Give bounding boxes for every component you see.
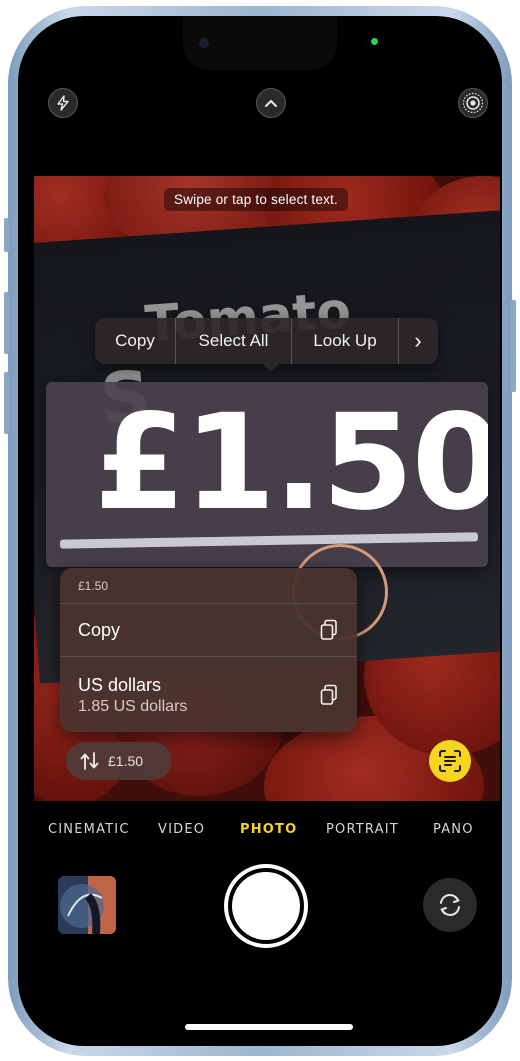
volume-down-button — [4, 372, 9, 434]
shutter-button[interactable] — [224, 864, 308, 948]
menu-more-button[interactable]: › — [399, 318, 437, 364]
power-button — [511, 300, 516, 392]
menu-pointer — [263, 364, 279, 372]
detected-price-text[interactable]: £1.50 — [94, 388, 488, 538]
mode-cinematic[interactable]: CINEMATIC — [48, 822, 130, 837]
mode-video[interactable]: VIDEO — [158, 822, 205, 837]
conversion-title: US dollars — [78, 674, 162, 695]
live-photo-button[interactable] — [458, 88, 488, 118]
menu-select-all[interactable]: Select All — [176, 318, 291, 364]
flash-icon — [57, 95, 69, 111]
conversion-value: 1.85 US dollars — [78, 697, 188, 715]
camera-screen: Tomato S Swipe or tap to select text. Co… — [18, 16, 502, 1046]
currency-convert-icon — [80, 752, 99, 770]
popup-copy-label: Copy — [78, 619, 121, 640]
popup-conversion-row[interactable]: US dollars 1.85 US dollars — [60, 657, 357, 732]
menu-copy[interactable]: Copy — [95, 318, 175, 364]
shutter-inner — [232, 872, 300, 940]
thumbnail-image — [58, 876, 116, 934]
convert-chip-label: £1.50 — [108, 753, 144, 769]
copy-doc-icon — [320, 684, 337, 705]
flip-camera-button[interactable] — [423, 878, 477, 932]
mode-portrait[interactable]: PORTRAIT — [326, 822, 399, 837]
data-detector-popup: £1.50 Copy US dollars 1.85 US dollars — [60, 568, 357, 732]
chevron-up-icon — [265, 99, 277, 107]
popup-header: £1.50 — [60, 568, 357, 604]
live-text-icon — [439, 750, 461, 772]
camera-in-use-indicator — [371, 38, 378, 45]
currency-convert-button[interactable]: £1.50 — [66, 742, 172, 780]
action-button — [4, 218, 9, 252]
selected-text-highlight[interactable]: £1.50 — [46, 382, 488, 567]
live-photo-icon — [462, 92, 484, 114]
popup-copy-row[interactable]: Copy — [60, 604, 357, 657]
mode-pano[interactable]: PANO — [433, 822, 474, 837]
photo-library-thumbnail[interactable] — [58, 876, 116, 934]
camera-mode-selector: CINEMATIC VIDEO PHOTO PORTRAIT PANO — [18, 822, 502, 844]
camera-flip-icon — [440, 894, 460, 916]
viewfinder[interactable]: Tomato S Swipe or tap to select text. Co… — [34, 176, 500, 801]
menu-look-up[interactable]: Look Up — [292, 318, 398, 364]
live-text-hint: Swipe or tap to select text. — [164, 188, 348, 211]
live-text-button[interactable] — [429, 740, 471, 782]
flash-button[interactable] — [48, 88, 78, 118]
mode-photo[interactable]: PHOTO — [240, 822, 297, 837]
front-camera — [199, 38, 209, 48]
volume-up-button — [4, 292, 9, 354]
text-edit-menu: Copy Select All Look Up › — [95, 318, 438, 364]
dynamic-island — [183, 16, 378, 70]
home-indicator[interactable] — [185, 1024, 353, 1030]
copy-doc-icon — [320, 619, 337, 640]
controls-toggle-button[interactable] — [256, 88, 286, 118]
